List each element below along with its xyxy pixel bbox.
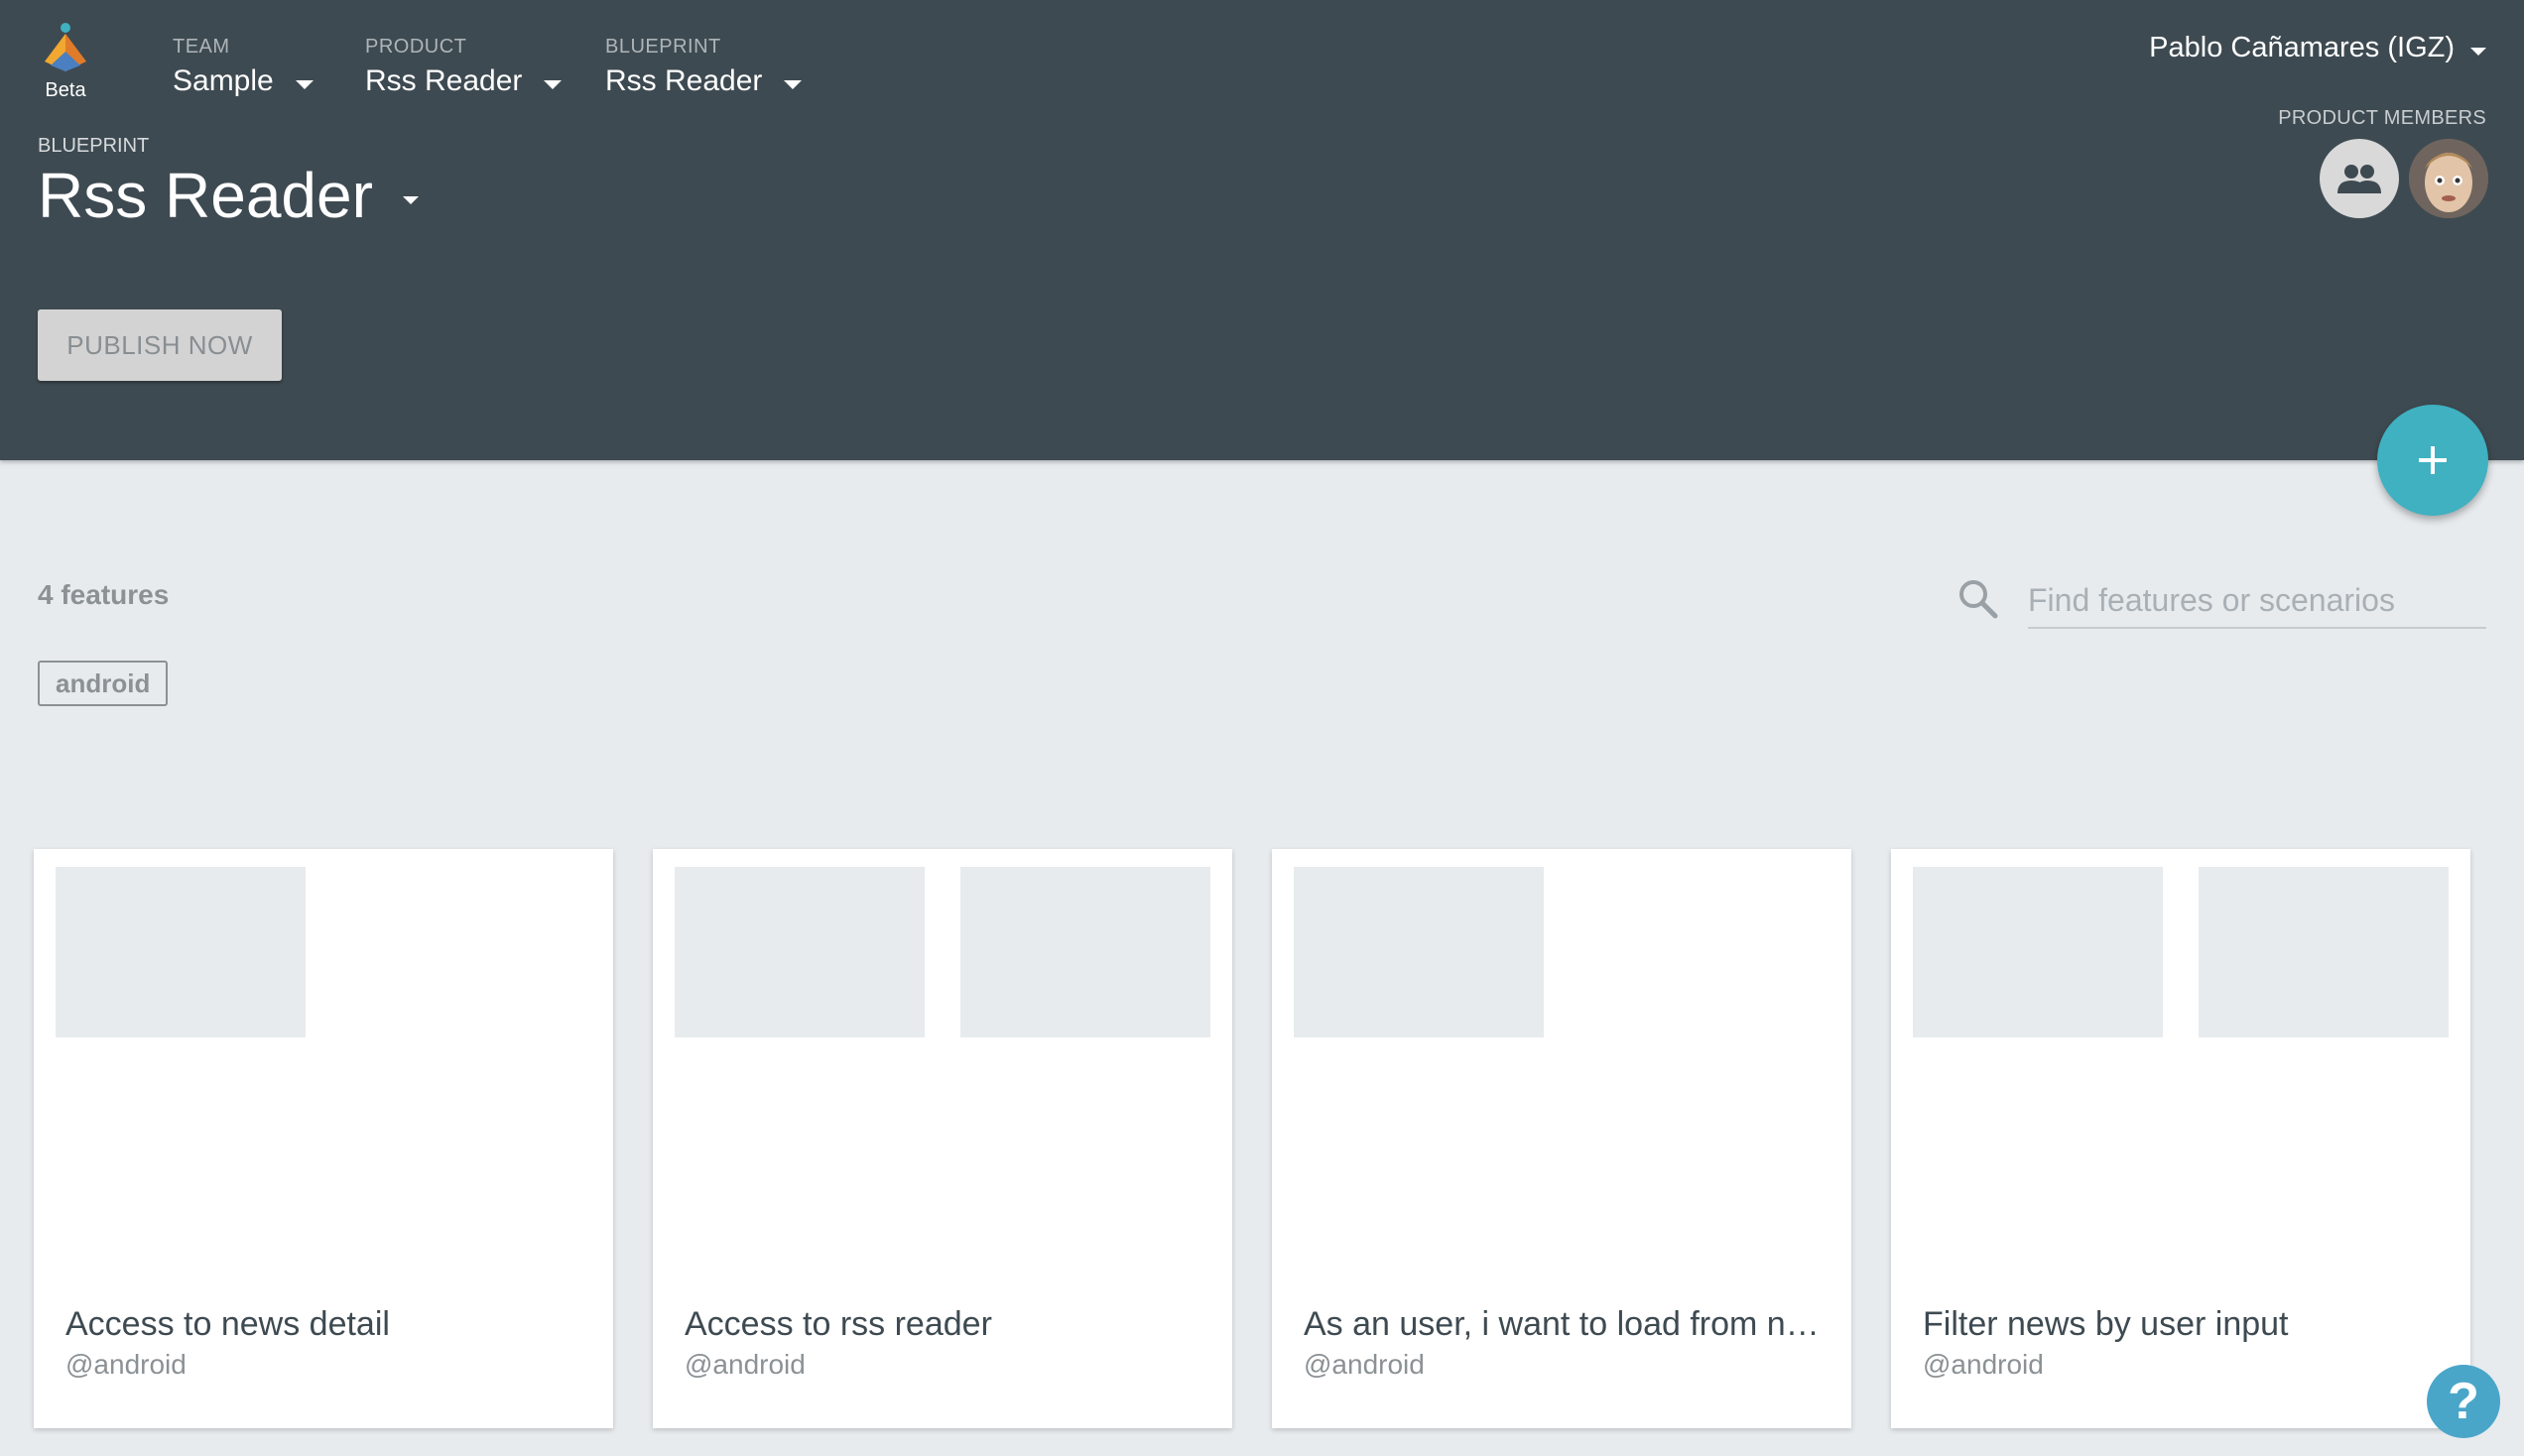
- scenario-thumbnail: [1294, 867, 1544, 1037]
- blueprint-value-row: Rss Reader: [605, 64, 803, 98]
- feature-count: 4 features: [38, 579, 170, 610]
- blueprint-title-selector[interactable]: Rss Reader: [38, 159, 419, 232]
- feature-title: Access to rss reader: [685, 1305, 992, 1343]
- scenario-thumbnail: [675, 867, 925, 1037]
- feature-title: Access to news detail: [65, 1305, 390, 1343]
- feature-card[interactable]: As an user, i want to load from network …: [1272, 849, 1851, 1428]
- blueprint-nav-value: Rss Reader: [605, 64, 763, 97]
- team-value: Sample: [173, 64, 274, 97]
- scenario-thumbnail: [1913, 867, 2163, 1037]
- members-group-button[interactable]: [2320, 139, 2399, 218]
- scenario-thumbnail: [56, 867, 306, 1037]
- top-header: Beta TEAM Sample PRODUCT Rss Reader BLUE…: [0, 0, 2524, 460]
- user-name: Pablo Cañamares (IGZ): [2149, 32, 2455, 63]
- add-feature-button[interactable]: [2377, 405, 2488, 516]
- user-avatar[interactable]: [2409, 139, 2488, 218]
- page-title: Rss Reader: [38, 160, 373, 231]
- blueprint-selector[interactable]: BLUEPRINT Rss Reader: [605, 36, 803, 98]
- product-selector[interactable]: PRODUCT Rss Reader: [365, 36, 563, 98]
- product-label: PRODUCT: [365, 36, 467, 58]
- help-button[interactable]: ?: [2427, 1365, 2500, 1438]
- scenario-thumbnail: [960, 867, 1210, 1037]
- group-icon: [2337, 165, 2381, 193]
- search-icon: [1959, 580, 1998, 619]
- search-input[interactable]: [2028, 573, 2486, 629]
- user-menu[interactable]: Pablo Cañamares (IGZ): [2149, 32, 2486, 64]
- avatar-face-icon: [2409, 139, 2488, 218]
- blueprint-nav-label: BLUEPRINT: [605, 36, 721, 58]
- tag-filter-android[interactable]: android: [38, 661, 169, 706]
- feature-tag: @android: [1304, 1349, 1425, 1380]
- feature-card[interactable]: Filter news by user input @android: [1891, 849, 2470, 1428]
- product-members-label: PRODUCT MEMBERS: [2278, 107, 2486, 129]
- chevron-down-icon: [2470, 47, 2486, 56]
- product-value: Rss Reader: [365, 64, 523, 97]
- product-value-row: Rss Reader: [365, 64, 563, 98]
- app-logo[interactable]: Beta: [38, 22, 93, 102]
- chevron-down-icon: [402, 196, 419, 204]
- chevron-down-icon: [544, 79, 563, 89]
- scenario-thumbnail: [2199, 867, 2449, 1037]
- plus-icon: [2419, 446, 2447, 474]
- feature-tag: @android: [65, 1349, 187, 1380]
- feature-title: As an user, i want to load from network: [1304, 1305, 1820, 1343]
- feature-title: Filter news by user input: [1923, 1305, 2289, 1343]
- feature-card[interactable]: Access to rss reader @android: [653, 849, 1232, 1428]
- team-value-row: Sample: [173, 64, 314, 98]
- blueprint-label: BLUEPRINT: [38, 135, 150, 157]
- team-label: TEAM: [173, 36, 230, 58]
- feature-card[interactable]: Access to news detail @android: [34, 849, 613, 1428]
- feature-tag: @android: [1923, 1349, 2044, 1380]
- chevron-down-icon: [295, 79, 314, 89]
- beta-label: Beta: [45, 79, 86, 101]
- publish-now-button[interactable]: PUBLISH NOW: [38, 309, 282, 381]
- chevron-down-icon: [784, 79, 803, 89]
- team-selector[interactable]: TEAM Sample: [173, 36, 314, 98]
- feature-tag: @android: [685, 1349, 806, 1380]
- logo-pyramid-icon: [45, 23, 86, 71]
